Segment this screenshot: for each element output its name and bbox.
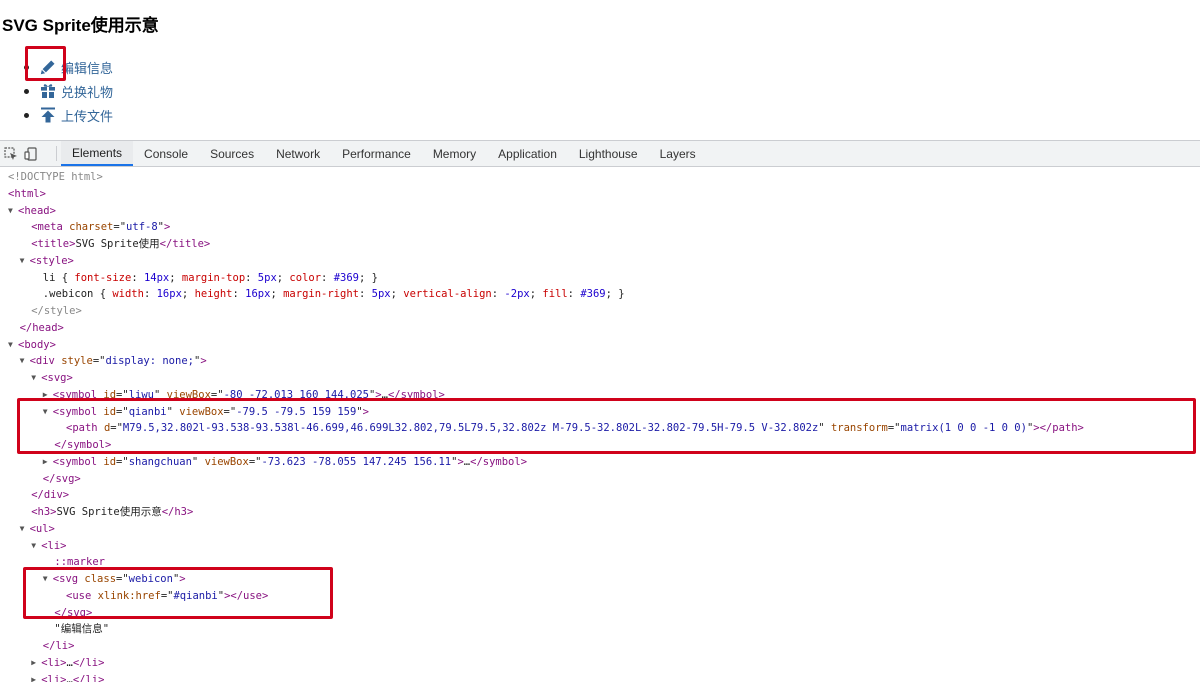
dom-tree-line-content: </div> <box>31 489 70 502</box>
list-item-label[interactable]: 编辑信息 <box>61 58 113 77</box>
dom-tree-line-content: </svg> <box>42 472 81 485</box>
dom-tree-line[interactable]: ▼ <svg> <box>0 370 1200 387</box>
dom-tree-line-content: <li> <box>41 539 67 552</box>
expand-triangle-icon[interactable]: ▶ <box>43 454 53 471</box>
device-toolbar-icon[interactable] <box>24 146 38 161</box>
dom-tree-line[interactable]: ▶ <li>…</li> <box>0 655 1200 672</box>
dom-tree-line-content: <div style="display: none;"> <box>29 355 207 368</box>
page-heading: SVG Sprite使用示意 <box>2 16 159 35</box>
dom-tree-line[interactable]: "编辑信息" <box>0 621 1200 638</box>
tabbar-separator <box>56 146 57 161</box>
list-bullet <box>24 112 29 118</box>
dom-tree-line-content: <!DOCTYPE html> <box>8 171 103 183</box>
dom-tree-line-content: </head> <box>19 321 64 334</box>
dom-tree-line[interactable]: ▶ <symbol id="shangchuan" viewBox="-73.62… <box>0 454 1200 471</box>
tab-lighthouse[interactable]: Lighthouse <box>568 141 649 166</box>
tab-network[interactable]: Network <box>265 141 331 166</box>
tab-sources[interactable]: Sources <box>199 141 265 166</box>
list-item-upload: 上传文件 <box>24 103 113 127</box>
highlight-box-pencil-icon <box>25 46 66 81</box>
highlight-box-qianbi-symbol <box>17 398 1196 454</box>
collapse-triangle-icon[interactable]: ▼ <box>20 353 30 370</box>
dom-tree-line-content: <title>SVG Sprite使用</title> <box>31 238 211 250</box>
dom-tree-line-content: <html> <box>8 187 46 200</box>
dom-tree-line-content: <ul> <box>29 522 55 535</box>
dom-tree-line-content: <li>…</li> <box>41 673 105 682</box>
dom-tree-line[interactable]: <meta charset="utf-8"> <box>0 219 1200 236</box>
tab-performance[interactable]: Performance <box>331 141 422 166</box>
dom-tree-line-content: .webicon { width: 16px; height: 16px; ma… <box>42 288 625 301</box>
list-bullet <box>24 88 29 94</box>
dom-tree-line-content: <symbol id="shangchuan" viewBox="-73.623… <box>52 455 528 468</box>
dom-tree-line[interactable]: li { font-size: 14px; margin-top: 5px; c… <box>0 270 1200 287</box>
dom-tree-line[interactable]: <title>SVG Sprite使用</title> <box>0 236 1200 253</box>
dom-tree-line[interactable]: <h3>SVG Sprite使用示意</h3> <box>0 504 1200 521</box>
collapse-triangle-icon[interactable]: ▼ <box>8 337 18 354</box>
dom-tree-line-content: <svg> <box>41 372 73 384</box>
dom-tree-line[interactable]: ▼ <style> <box>0 253 1200 270</box>
collapse-triangle-icon[interactable]: ▼ <box>20 521 30 538</box>
tab-elements[interactable]: Elements <box>61 141 134 166</box>
dom-tree-line-content: "编辑信息" <box>54 623 110 636</box>
dom-tree-line[interactable]: ▼ <body> <box>0 337 1200 354</box>
dom-tree-line[interactable]: </style> <box>0 303 1200 320</box>
dom-tree-line[interactable]: <html> <box>0 186 1200 203</box>
dom-tree-line[interactable]: </div> <box>0 487 1200 504</box>
dom-tree-line-content: <li>…</li> <box>41 656 105 669</box>
collapse-triangle-icon[interactable]: ▼ <box>31 538 41 555</box>
collapse-triangle-icon[interactable]: ▼ <box>31 370 41 387</box>
dom-tree-line-content: <style> <box>29 254 74 267</box>
upload-icon <box>41 107 55 123</box>
dom-tree-line[interactable]: ▼ <li> <box>0 538 1200 555</box>
dom-tree-line-content: li { font-size: 14px; margin-top: 5px; c… <box>42 271 378 284</box>
dom-tree-line-content: </li> <box>42 640 75 652</box>
dom-tree-line-content: </style> <box>31 305 82 317</box>
highlight-box-webicon-svg <box>23 567 333 619</box>
tab-console[interactable]: Console <box>133 141 199 166</box>
expand-triangle-icon[interactable]: ▶ <box>31 672 41 682</box>
dom-tree-line[interactable]: ▶ <li>…</li> <box>0 672 1200 682</box>
collapse-triangle-icon[interactable]: ▼ <box>8 203 18 220</box>
dom-tree-line-content: <head> <box>18 204 56 217</box>
dom-tree-line[interactable]: ▼ <head> <box>0 203 1200 220</box>
collapse-triangle-icon[interactable]: ▼ <box>20 253 30 270</box>
dom-tree-line[interactable]: </head> <box>0 320 1200 337</box>
list-item-label[interactable]: 上传文件 <box>61 106 113 125</box>
devtools-tool-icons <box>0 141 56 166</box>
expand-triangle-icon[interactable]: ▶ <box>31 655 41 672</box>
dom-tree-line[interactable]: </li> <box>0 638 1200 655</box>
dom-tree-line[interactable]: ▼ <ul> <box>0 521 1200 538</box>
gift-icon <box>41 84 55 98</box>
tab-application[interactable]: Application <box>487 141 568 166</box>
dom-tree-line[interactable]: .webicon { width: 16px; height: 16px; ma… <box>0 286 1200 303</box>
page-preview: SVG Sprite使用示意 编辑信息 兑换礼物 上传文件 <box>0 0 1200 140</box>
dom-tree-line[interactable]: ▼ <div style="display: none;"> <box>0 353 1200 370</box>
devtools-tabbar: Elements Console Sources Network Performance… <box>0 141 1200 167</box>
list-item-gift: 兑换礼物 <box>24 79 113 103</box>
dom-tree-line[interactable]: <!DOCTYPE html> <box>0 169 1200 186</box>
dom-tree-line-content: <body> <box>18 338 56 351</box>
list-item-label[interactable]: 兑换礼物 <box>61 82 113 101</box>
devtools-tabs: Elements Console Sources Network Performance… <box>61 141 707 166</box>
tab-layers[interactable]: Layers <box>649 141 707 166</box>
dom-tree-line-content: <meta charset="utf-8"> <box>31 221 171 234</box>
dom-tree-line-content: <h3>SVG Sprite使用示意</h3> <box>31 506 194 518</box>
inspect-element-icon[interactable] <box>4 146 18 161</box>
dom-tree-line[interactable]: </svg> <box>0 471 1200 488</box>
tab-memory[interactable]: Memory <box>422 141 487 166</box>
